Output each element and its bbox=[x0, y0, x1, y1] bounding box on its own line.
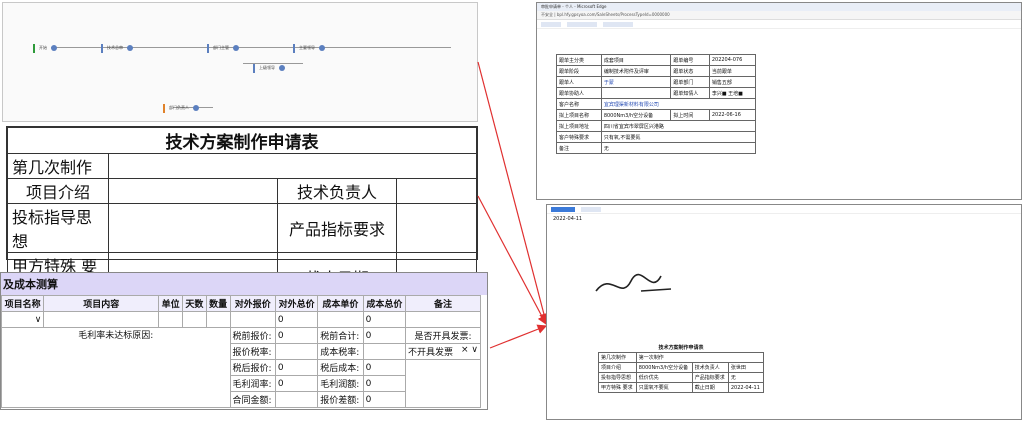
arrow-from-form bbox=[477, 195, 547, 326]
window-b-form-title: 技术方案制作申请表 bbox=[658, 345, 704, 351]
record-date: 2022-04-11 bbox=[553, 216, 583, 222]
window-title: 审批申请单 - 个人 - Microsoft Edge bbox=[537, 3, 1021, 11]
signature-image bbox=[595, 273, 672, 292]
arrow-from-cost bbox=[489, 324, 548, 349]
address-bar[interactable]: 不安全 | bpl.hfy.gpsyoa.com/SaleSheets/Proc… bbox=[537, 11, 1021, 20]
toolbar-tabs bbox=[537, 20, 1021, 29]
window-b-form: 第几次制作 第一次制作 项目介绍 8000Nm3/h空分设备 技术负责人 张世田 投标指… bbox=[598, 352, 765, 393]
window-b-tabs bbox=[547, 205, 1021, 214]
window-a-form: 跟单主分类 成套项目 跟单编号 202204-076 跟单阶段 编制技术附件及评审 跟单状… bbox=[556, 54, 757, 154]
